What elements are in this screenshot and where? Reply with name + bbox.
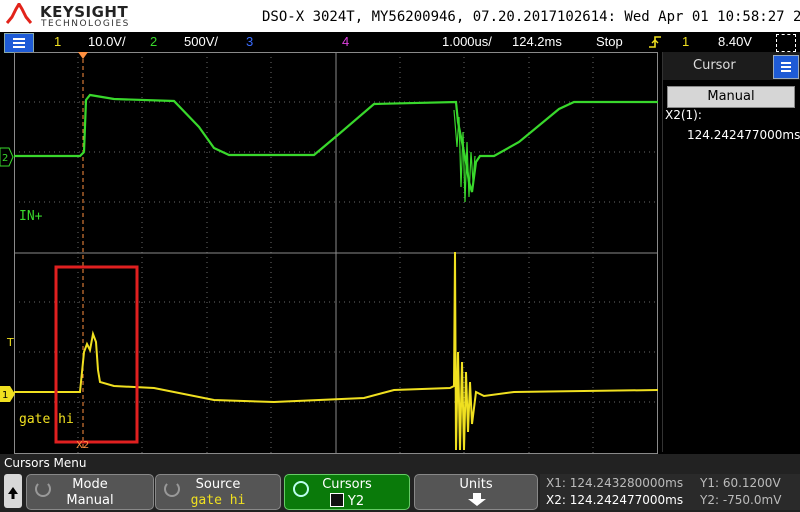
svg-text:2: 2 bbox=[2, 153, 8, 164]
ch1-ground-marker[interactable]: 1 bbox=[0, 384, 16, 404]
time-delay[interactable]: 124.2ms bbox=[512, 34, 562, 49]
checkbox-icon bbox=[329, 493, 344, 507]
channel-status-bar: 1 10.0V/ 2 500V/ 3 4 1.000us/ 124.2ms St… bbox=[0, 32, 800, 53]
graticule-axes bbox=[14, 52, 658, 454]
x2-readout: X2: 124.242477000ms bbox=[546, 493, 684, 507]
cursor-readouts: X1: 124.243280000ms X2: 124.242477000ms … bbox=[540, 474, 800, 510]
cursor-panel-header: Cursor bbox=[663, 52, 800, 80]
x2-readout-label: X2(1): bbox=[665, 108, 702, 122]
brand-subtitle: TECHNOLOGIES bbox=[41, 19, 130, 29]
mode-softkey[interactable]: Mode Manual bbox=[26, 474, 154, 510]
svg-text:1: 1 bbox=[2, 390, 8, 401]
cursor-x2-top-marker bbox=[78, 52, 88, 59]
ch4-number[interactable]: 4 bbox=[342, 34, 349, 49]
side-menu-button[interactable] bbox=[773, 55, 799, 79]
cursor-mode-display[interactable]: Manual bbox=[667, 86, 795, 108]
trigger-edge-icon bbox=[649, 36, 661, 48]
cursor-side-panel: Cursor Manual X2(1): 124.242477000ms bbox=[662, 52, 800, 452]
trigger-channel[interactable]: 1 bbox=[682, 34, 689, 49]
cursors-softkey[interactable]: Cursors Y2 bbox=[284, 474, 410, 510]
cursors-softkey-value: Y2 bbox=[347, 494, 365, 509]
arrow-up-icon bbox=[8, 487, 18, 499]
arrow-down-icon bbox=[468, 493, 486, 506]
title-bar: KEYSIGHT TECHNOLOGIES DSO-X 3024T, MY562… bbox=[0, 0, 800, 32]
source-softkey-label: Source bbox=[195, 477, 241, 492]
ch1-scale[interactable]: 10.0V/ bbox=[88, 34, 126, 49]
back-button[interactable] bbox=[4, 474, 22, 508]
cursors-softkey-label: Cursors bbox=[322, 477, 372, 492]
cursor-x2-tag: X2 bbox=[76, 440, 89, 451]
timebase-scale[interactable]: 1.000us/ bbox=[442, 34, 492, 49]
run-state[interactable]: Stop bbox=[596, 34, 623, 49]
trigger-level[interactable]: 8.40V bbox=[718, 34, 752, 49]
units-softkey-label: Units bbox=[459, 477, 493, 492]
instrument-info: DSO-X 3024T, MY56200946, 07.20.201710261… bbox=[262, 9, 800, 25]
cursor-panel-title: Cursor bbox=[693, 58, 736, 73]
ch1-trace-label: gate hi bbox=[19, 412, 74, 427]
source-softkey[interactable]: Source gate hi bbox=[155, 474, 281, 510]
softkey-menu-title: Cursors Menu bbox=[4, 456, 87, 470]
ch2-ground-marker[interactable]: 2 bbox=[0, 146, 14, 168]
units-softkey[interactable]: Units bbox=[414, 474, 538, 510]
source-softkey-value: gate hi bbox=[190, 493, 246, 508]
y1-readout: Y1: 60.1200V bbox=[700, 476, 781, 490]
ch1-number[interactable]: 1 bbox=[54, 34, 61, 49]
y2-readout: Y2: -750.0mV bbox=[700, 493, 782, 507]
trigger-level-marker[interactable]: T bbox=[6, 334, 16, 354]
main-menu-button[interactable] bbox=[4, 33, 34, 53]
x2-readout-value: 124.242477000ms bbox=[687, 128, 800, 142]
acquire-icon[interactable] bbox=[776, 34, 796, 52]
waveform-display[interactable]: IN+ gate hi X2 bbox=[14, 52, 658, 454]
svg-text:T: T bbox=[6, 336, 14, 349]
x1-readout: X1: 124.243280000ms bbox=[546, 476, 684, 490]
keysight-logo-icon bbox=[6, 3, 32, 24]
ch2-trace-label: IN+ bbox=[19, 209, 43, 224]
cursors-softkey-value-row: Y2 bbox=[285, 493, 409, 509]
mode-softkey-label: Mode bbox=[72, 477, 108, 492]
ch3-number[interactable]: 3 bbox=[246, 34, 253, 49]
ch2-number[interactable]: 2 bbox=[150, 34, 157, 49]
ch2-scale[interactable]: 500V/ bbox=[184, 34, 218, 49]
mode-softkey-value: Manual bbox=[66, 493, 114, 508]
